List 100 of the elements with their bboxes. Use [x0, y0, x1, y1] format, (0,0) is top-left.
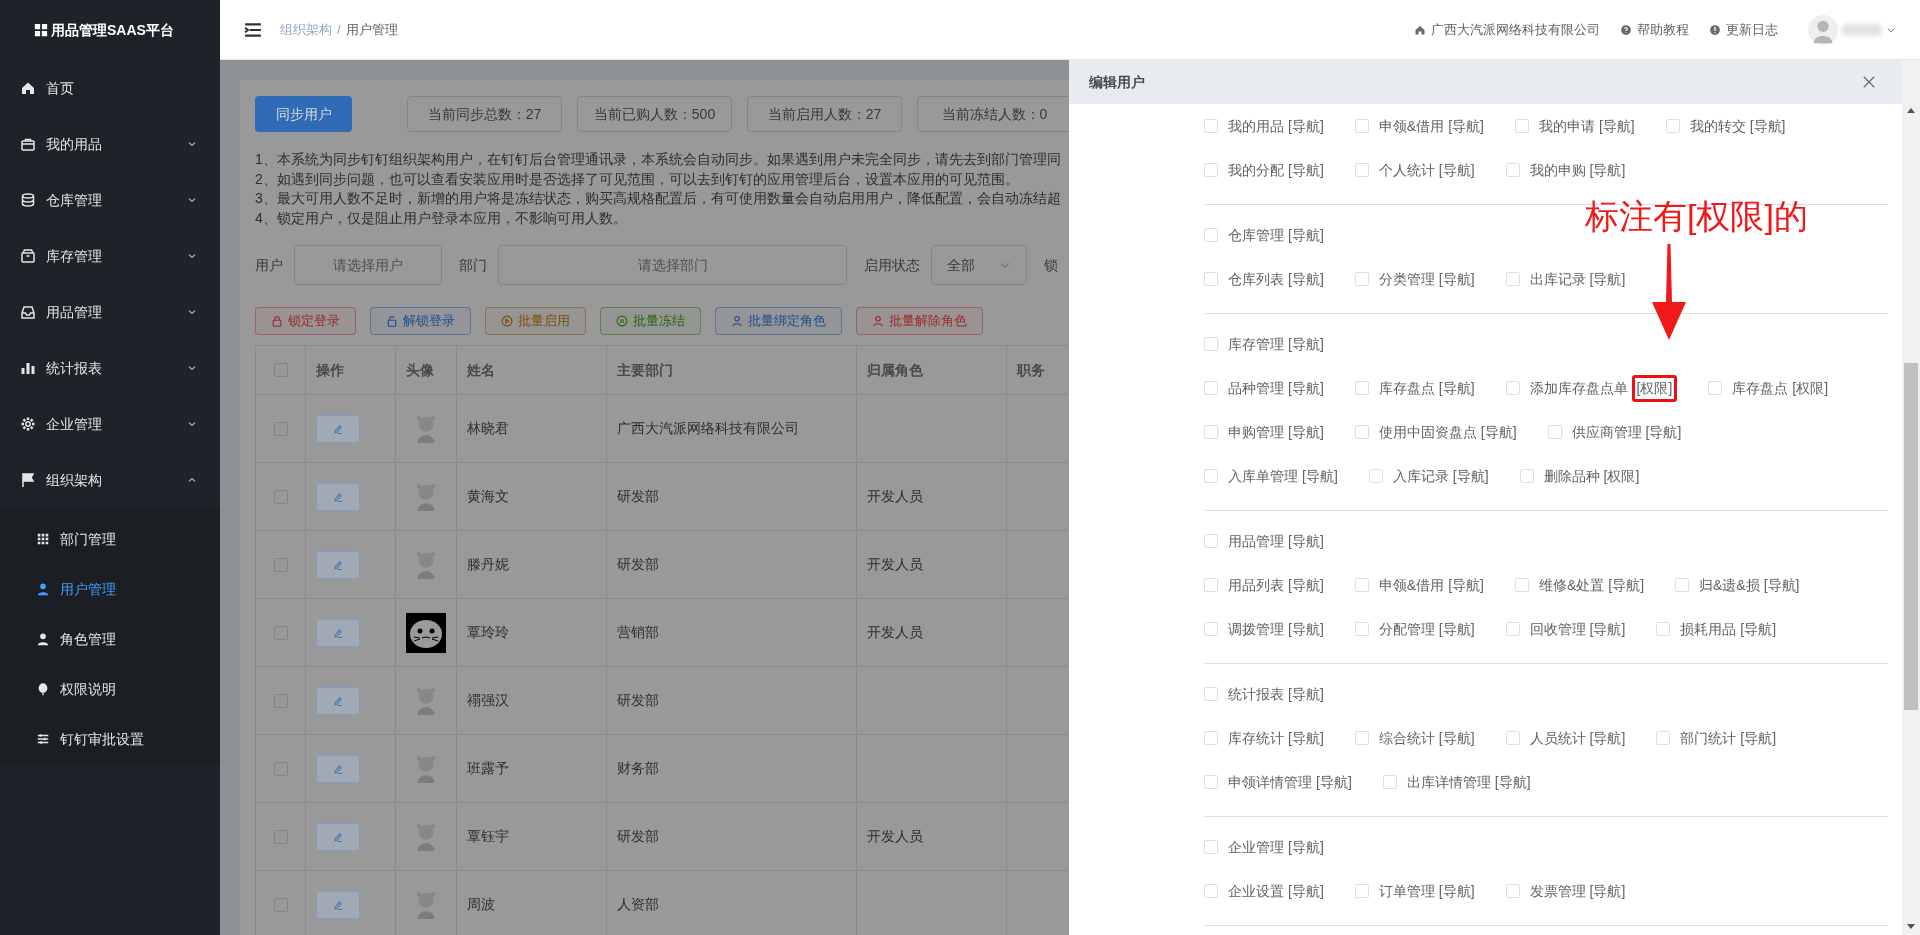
menu-item[interactable]: 企业管理: [0, 396, 220, 452]
permission-tag: [导航]: [1288, 377, 1324, 399]
sync-users-button[interactable]: 同步用户: [255, 96, 352, 132]
stat-box: 当前同步总数：27: [407, 96, 562, 132]
submenu-item[interactable]: 权限说明: [0, 664, 220, 714]
permission-tag: [导航]: [1740, 727, 1777, 749]
help-icon: [1620, 23, 1632, 36]
edit-button[interactable]: [316, 618, 360, 647]
play-icon: [501, 315, 513, 327]
menu-item[interactable]: 仓库管理: [0, 172, 220, 228]
unlock-icon: [386, 315, 398, 327]
permission-name: 出库记录: [1529, 269, 1586, 289]
permission-tag: [导航]: [1438, 268, 1475, 290]
stat-box: 当前已购人数：500: [577, 96, 732, 132]
edit-button[interactable]: [316, 550, 360, 579]
department-select-field[interactable]: 请选择部门: [498, 245, 847, 285]
permission-tag: [导航]: [1288, 115, 1324, 137]
status-select[interactable]: 全部: [931, 245, 1027, 285]
stat-box: 当前启用人数：27: [747, 96, 902, 132]
edit-button[interactable]: [316, 482, 360, 511]
menu-icon: [244, 20, 262, 39]
select-value: 全部: [947, 255, 975, 275]
permission-name: 库存统计: [1228, 728, 1284, 748]
permission-name: 归&遗&损: [1699, 575, 1760, 595]
permission-tag: [导航]: [1438, 727, 1475, 749]
edit-button[interactable]: [316, 754, 360, 783]
submenu-item[interactable]: 部门管理: [0, 514, 220, 564]
menu-item[interactable]: 库存管理: [0, 228, 220, 284]
home-icon: [1414, 23, 1426, 36]
scrollbar-thumb[interactable]: [1904, 363, 1918, 710]
permission-name: 入库单管理: [1228, 466, 1298, 486]
table-cell-text: 禤强汉: [467, 691, 509, 710]
pencil-icon: [332, 422, 344, 435]
sliders-icon: [36, 732, 50, 746]
permission-name: 库存盘点: [1378, 378, 1435, 398]
user-icon: [36, 582, 50, 596]
column-header: 操作: [316, 360, 344, 380]
menu-item[interactable]: 用品管理: [0, 284, 220, 340]
permission-name: 统计报表: [1228, 684, 1284, 704]
permission-tag: [导航]: [1288, 333, 1324, 355]
permission-name: 我的申请: [1538, 116, 1595, 136]
header-link[interactable]: 广西大汽派网络科技有限公司: [1414, 19, 1600, 40]
bar-chart-icon: [20, 360, 36, 376]
permission-name: 申领&借用: [1378, 116, 1445, 136]
pencil-icon: [332, 830, 344, 843]
permission-tag: [导航]: [1740, 618, 1777, 640]
permission-name: 入库记录: [1392, 466, 1449, 486]
permission-tag: [导航]: [1589, 268, 1626, 290]
user-select-field[interactable]: 请选择用户: [294, 245, 442, 285]
permission-name: 分类管理: [1378, 269, 1435, 289]
permission-name: 申领详情管理: [1228, 772, 1312, 792]
permission-name: 个人统计: [1378, 160, 1435, 180]
permission-tag: [导航]: [1288, 727, 1324, 749]
permission-tag: [导航]: [1288, 880, 1324, 902]
edit-button[interactable]: [316, 414, 360, 443]
permission-name: 回收管理: [1529, 619, 1586, 639]
permission-tag: [导航]: [1438, 377, 1475, 399]
edit-button[interactable]: [316, 686, 360, 715]
header-link[interactable]: 帮助教程: [1620, 19, 1689, 40]
permission-tag: [导航]: [1288, 421, 1324, 443]
header-link[interactable]: 更新日志: [1709, 19, 1778, 40]
highlighted-permission-tag: [权限]: [1631, 374, 1678, 402]
user-icon: [872, 315, 884, 327]
permission-name: 我的申购: [1529, 160, 1586, 180]
scrollbar[interactable]: [1902, 60, 1920, 935]
submenu-item[interactable]: 角色管理: [0, 614, 220, 664]
edit-button[interactable]: [316, 890, 360, 919]
column-header: 姓名: [467, 360, 495, 380]
table-cell-text: 人资部: [617, 895, 659, 914]
permission-tag: [导航]: [1608, 574, 1645, 596]
table-cell-text: 开发人员: [867, 623, 923, 642]
gear-icon: [20, 416, 36, 432]
briefcase-icon: [20, 136, 36, 152]
permission-name: 部门统计: [1680, 728, 1737, 748]
menu-item[interactable]: 我的用品: [0, 116, 220, 172]
menu-item[interactable]: 组织架构: [0, 452, 220, 508]
permission-name: 订单管理: [1378, 881, 1435, 901]
instruction-text: 3、最大可用人数不足时，新增的用户将是冻结状态，购买高规格配置后，有可使用数量会自动启用用户，降低配置，会自动冻结超: [255, 189, 1062, 208]
permission-tag: [导航]: [1448, 574, 1484, 596]
table-cell-text: 黄海文: [467, 487, 509, 506]
inbox-icon: [20, 304, 36, 320]
permission-name: 人员统计: [1529, 728, 1586, 748]
permission-tag: [导航]: [1288, 159, 1324, 181]
submenu-item[interactable]: 用户管理: [0, 564, 220, 614]
grid-icon: [36, 532, 50, 546]
edit-button[interactable]: [316, 822, 360, 851]
scroll-down-icon[interactable]: [1907, 924, 1915, 929]
permission-tag: [导航]: [1438, 618, 1475, 640]
permission-name: 库存盘点: [1732, 378, 1789, 398]
permission-name: 申领&借用: [1378, 575, 1445, 595]
menu-item[interactable]: 统计报表: [0, 340, 220, 396]
scroll-up-icon[interactable]: [1907, 108, 1915, 113]
permission-name: 使用中固资盘点: [1378, 422, 1477, 442]
close-icon[interactable]: [1862, 75, 1876, 89]
permission-tag: [导航]: [1645, 421, 1682, 443]
table-cell-text: 研发部: [617, 487, 659, 506]
table-cell-text: 开发人员: [867, 827, 923, 846]
column-header: 主要部门: [617, 360, 673, 380]
menu-item[interactable]: 首页: [0, 60, 220, 116]
submenu-item[interactable]: 钉钉审批设置: [0, 714, 220, 764]
